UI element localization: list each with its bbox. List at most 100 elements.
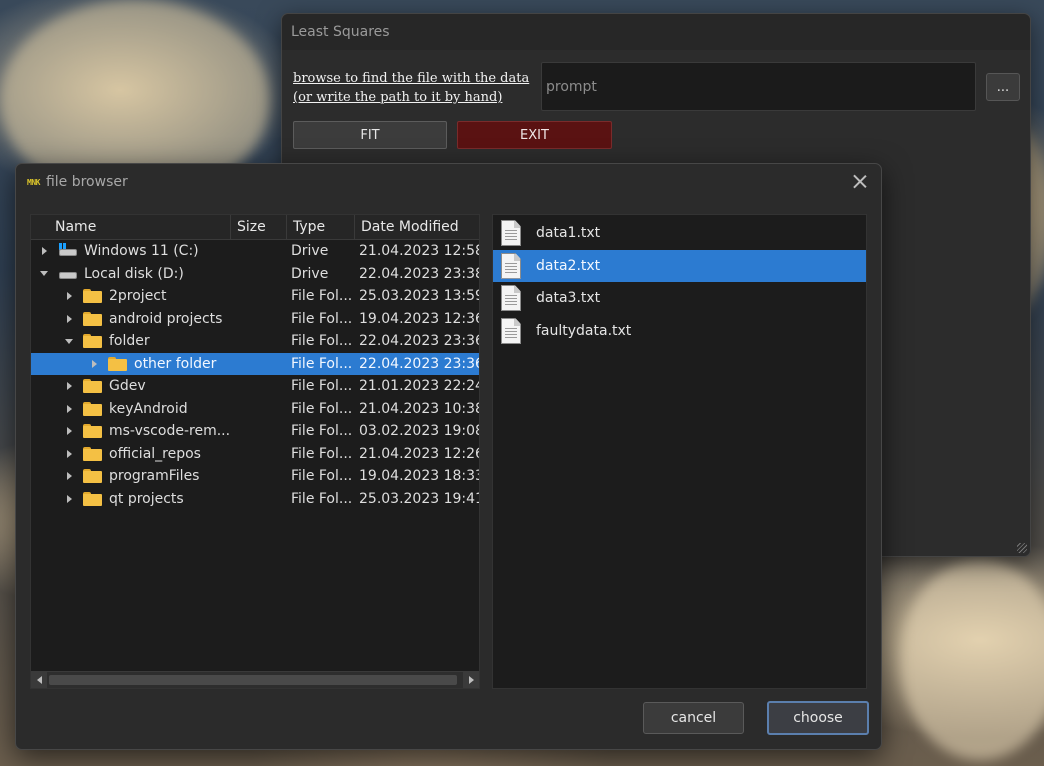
- folder-icon: [83, 491, 102, 506]
- folder-icon: [83, 379, 102, 394]
- tree-row-date: 22.04.2023 23:36: [359, 355, 479, 372]
- file-name: data1.txt: [536, 225, 601, 242]
- tree-row-type: File Fol...: [291, 400, 353, 417]
- tree-row-type: File Fol...: [291, 378, 353, 395]
- file-name: faultydata.txt: [536, 322, 632, 339]
- browse-link-line2: (or write the path to it by hand): [293, 90, 503, 105]
- expand-arrow-icon[interactable]: [63, 292, 75, 301]
- close-icon[interactable]: [851, 172, 869, 190]
- text-file-icon: [501, 317, 521, 344]
- collapse-arrow-icon[interactable]: [38, 271, 50, 277]
- tree-row[interactable]: official_repos File Fol... 21.04.2023 12…: [31, 443, 479, 466]
- expand-arrow-icon[interactable]: [63, 494, 75, 503]
- tree-row[interactable]: Windows 11 (C:) Drive 21.04.2023 12:58: [31, 240, 479, 263]
- tree-row-type: File Fol...: [291, 423, 353, 440]
- folder-icon: [83, 289, 102, 304]
- fit-button[interactable]: FIT: [293, 121, 447, 149]
- tree-row[interactable]: 2project File Fol... 25.03.2023 13:59: [31, 285, 479, 308]
- tree-row-name: official_repos: [109, 445, 201, 462]
- cancel-button[interactable]: cancel: [643, 702, 744, 734]
- scroll-right-icon[interactable]: [463, 672, 479, 688]
- expand-arrow-icon[interactable]: [63, 404, 75, 413]
- folder-icon: [83, 424, 102, 439]
- tree-row[interactable]: programFiles File Fol... 19.04.2023 18:3…: [31, 465, 479, 488]
- folder-icon: [83, 334, 102, 349]
- scroll-left-icon[interactable]: [31, 672, 47, 688]
- tree-row-date: 22.04.2023 23:36: [359, 333, 479, 350]
- tree-row[interactable]: folder File Fol... 22.04.2023 23:36: [31, 330, 479, 353]
- tree-row-type: File Fol...: [291, 310, 353, 327]
- tree-row-name: android projects: [109, 310, 223, 327]
- file-item[interactable]: faultydata.txt: [493, 315, 866, 348]
- expand-arrow-icon[interactable]: [88, 359, 100, 368]
- tree-row-date: 21.04.2023 12:58: [359, 243, 479, 260]
- windows-drive-icon: [58, 243, 78, 258]
- tree-row-name: keyAndroid: [109, 400, 188, 417]
- tree-row-name: programFiles: [109, 468, 200, 485]
- browse-dots-button[interactable]: ...: [986, 73, 1020, 101]
- tree-row-date: 19.04.2023 12:36: [359, 310, 479, 327]
- disk-drive-icon: [58, 267, 78, 281]
- background-cloud: [900, 560, 1044, 760]
- column-header-type[interactable]: Type: [287, 215, 355, 239]
- tree-row-type: File Fol...: [291, 333, 353, 350]
- tree-row[interactable]: ms-vscode-rem... File Fol... 03.02.2023 …: [31, 420, 479, 443]
- tree-row[interactable]: android projects File Fol... 19.04.2023 …: [31, 308, 479, 331]
- choose-button[interactable]: choose: [767, 701, 869, 735]
- tree-row-type: File Fol...: [291, 468, 353, 485]
- path-input[interactable]: [541, 62, 976, 111]
- file-item[interactable]: data1.txt: [493, 217, 866, 250]
- file-browser-dialog: MNK file browser Name Size Type Date Mod…: [15, 163, 882, 750]
- tree-row-name: Local disk (D:): [84, 265, 184, 282]
- expand-arrow-icon[interactable]: [63, 382, 75, 391]
- file-browser-titlebar: MNK file browser: [16, 164, 881, 200]
- expand-arrow-icon[interactable]: [63, 449, 75, 458]
- file-item[interactable]: data3.txt: [493, 282, 866, 315]
- app-logo-icon: MNK: [27, 177, 40, 187]
- tree-row[interactable]: keyAndroid File Fol... 21.04.2023 10:38: [31, 398, 479, 421]
- file-list[interactable]: data1.txt data2.txt data3.txt faultydata…: [492, 214, 867, 689]
- text-file-icon: [501, 252, 521, 279]
- tree-row-date: 21.04.2023 10:38: [359, 400, 479, 417]
- file-item-selected[interactable]: data2.txt: [493, 249, 866, 282]
- tree-row-name: Gdev: [109, 378, 146, 395]
- scrollbar-thumb[interactable]: [49, 675, 457, 685]
- tree-row-date: 21.04.2023 12:26: [359, 445, 479, 462]
- file-name: data2.txt: [536, 257, 601, 274]
- tree-row-type: Drive: [291, 243, 329, 260]
- file-browser-title: file browser: [45, 174, 128, 190]
- horizontal-scrollbar[interactable]: [31, 671, 479, 688]
- collapse-arrow-icon[interactable]: [63, 338, 75, 344]
- tree-row[interactable]: Gdev File Fol... 21.01.2023 22:24: [31, 375, 479, 398]
- tree-row-name: Windows 11 (C:): [84, 243, 199, 260]
- text-file-icon: [501, 285, 521, 312]
- column-header-date[interactable]: Date Modified: [355, 215, 479, 239]
- browse-link[interactable]: browse to find the file with the data (o…: [293, 69, 529, 107]
- tree-row[interactable]: qt projects File Fol... 25.03.2023 19:41: [31, 488, 479, 511]
- tree-row-date: 22.04.2023 23:38: [359, 265, 479, 282]
- expand-arrow-icon[interactable]: [38, 247, 50, 256]
- folder-tree[interactable]: Name Size Type Date Modified Windows 11 …: [30, 214, 480, 689]
- tree-row-date: 25.03.2023 19:41: [359, 490, 479, 507]
- column-header-name[interactable]: Name: [31, 215, 231, 239]
- exit-button[interactable]: EXIT: [457, 121, 612, 149]
- tree-row-name: qt projects: [109, 490, 184, 507]
- tree-row-type: File Fol...: [291, 355, 353, 372]
- tree-header: Name Size Type Date Modified: [31, 215, 479, 240]
- folder-icon: [83, 401, 102, 416]
- tree-row[interactable]: Local disk (D:) Drive 22.04.2023 23:38: [31, 263, 479, 286]
- tree-row-date: 25.03.2023 13:59: [359, 288, 479, 305]
- expand-arrow-icon[interactable]: [63, 427, 75, 436]
- column-header-size[interactable]: Size: [231, 215, 287, 239]
- folder-icon: [83, 469, 102, 484]
- expand-arrow-icon[interactable]: [63, 314, 75, 323]
- file-name: data3.txt: [536, 290, 601, 307]
- tree-row-type: Drive: [291, 265, 329, 282]
- browse-link-line1: browse to find the file with the data: [293, 71, 530, 86]
- resize-grip-icon[interactable]: [1017, 543, 1027, 553]
- least-squares-title: Least Squares: [291, 24, 390, 40]
- expand-arrow-icon[interactable]: [63, 472, 75, 481]
- folder-icon: [83, 311, 102, 326]
- tree-row-name: ms-vscode-rem...: [109, 423, 231, 440]
- tree-row-selected[interactable]: other folder File Fol... 22.04.2023 23:3…: [31, 352, 479, 375]
